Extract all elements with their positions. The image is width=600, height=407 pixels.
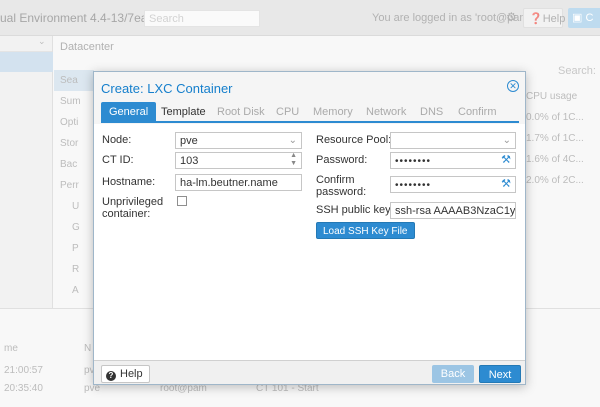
tab-root-disk: Root Disk [217, 106, 265, 118]
resource-pool-label: Resource Pool: [316, 134, 392, 146]
ctid-label: CT ID: [102, 154, 134, 166]
chevron-down-icon: ⌄ [502, 135, 511, 146]
ssh-key-label: SSH public key: [316, 204, 394, 216]
help-button[interactable]: ? Help [101, 365, 150, 383]
unprivileged-label-line2: container: [102, 208, 151, 220]
tab-network: Network [366, 106, 407, 118]
password-generator-icon[interactable]: ⚒ [501, 153, 511, 168]
node-label: Node: [102, 134, 132, 146]
dialog-header[interactable]: Create: LXC Container ✕ [94, 72, 525, 100]
tab-template[interactable]: Template [161, 102, 206, 122]
tab-dns: DNS [420, 106, 444, 118]
create-lxc-dialog: Create: LXC Container ✕ General Template… [93, 71, 526, 385]
load-ssh-key-button[interactable]: Load SSH Key File [316, 222, 415, 239]
next-button[interactable]: Next [479, 365, 521, 383]
tab-memory: Memory [313, 106, 353, 118]
back-button[interactable]: Back [432, 365, 474, 383]
ssh-key-field[interactable]: ssh-rsa AAAAB3NzaC1yc2EA [390, 202, 516, 219]
general-form: Node: pve ⌄ CT ID: 103 ▲ ▼ Hostname: ha-l… [94, 124, 525, 360]
spinner-icon[interactable]: ▲ ▼ [290, 153, 297, 168]
confirm-password-label-line2: password: [316, 186, 367, 198]
password-generator-icon[interactable]: ⚒ [501, 177, 511, 192]
password-label: Password: [316, 154, 368, 166]
hostname-field[interactable]: ha-lm.beutner.name [175, 174, 302, 191]
tab-confirm: Confirm [458, 106, 497, 118]
chevron-down-icon: ⌄ [288, 135, 297, 146]
close-icon[interactable]: ✕ [507, 80, 519, 92]
unprivileged-checkbox[interactable] [177, 196, 187, 206]
confirm-password-field[interactable]: •••••••• ⚒ [390, 176, 516, 193]
tab-general[interactable]: General [101, 102, 157, 122]
hostname-label: Hostname: [102, 176, 156, 188]
ctid-field[interactable]: 103 ▲ ▼ [175, 152, 302, 169]
node-select[interactable]: pve ⌄ [175, 132, 302, 149]
dialog-footer: ? Help Back Next [94, 360, 525, 384]
dialog-title: Create: LXC Container [101, 81, 233, 96]
tab-underline [101, 121, 519, 123]
tab-cpu: CPU [276, 106, 300, 118]
password-field[interactable]: •••••••• ⚒ [390, 152, 516, 169]
resource-pool-select[interactable]: ⌄ [390, 132, 516, 149]
question-icon: ? [106, 371, 116, 381]
